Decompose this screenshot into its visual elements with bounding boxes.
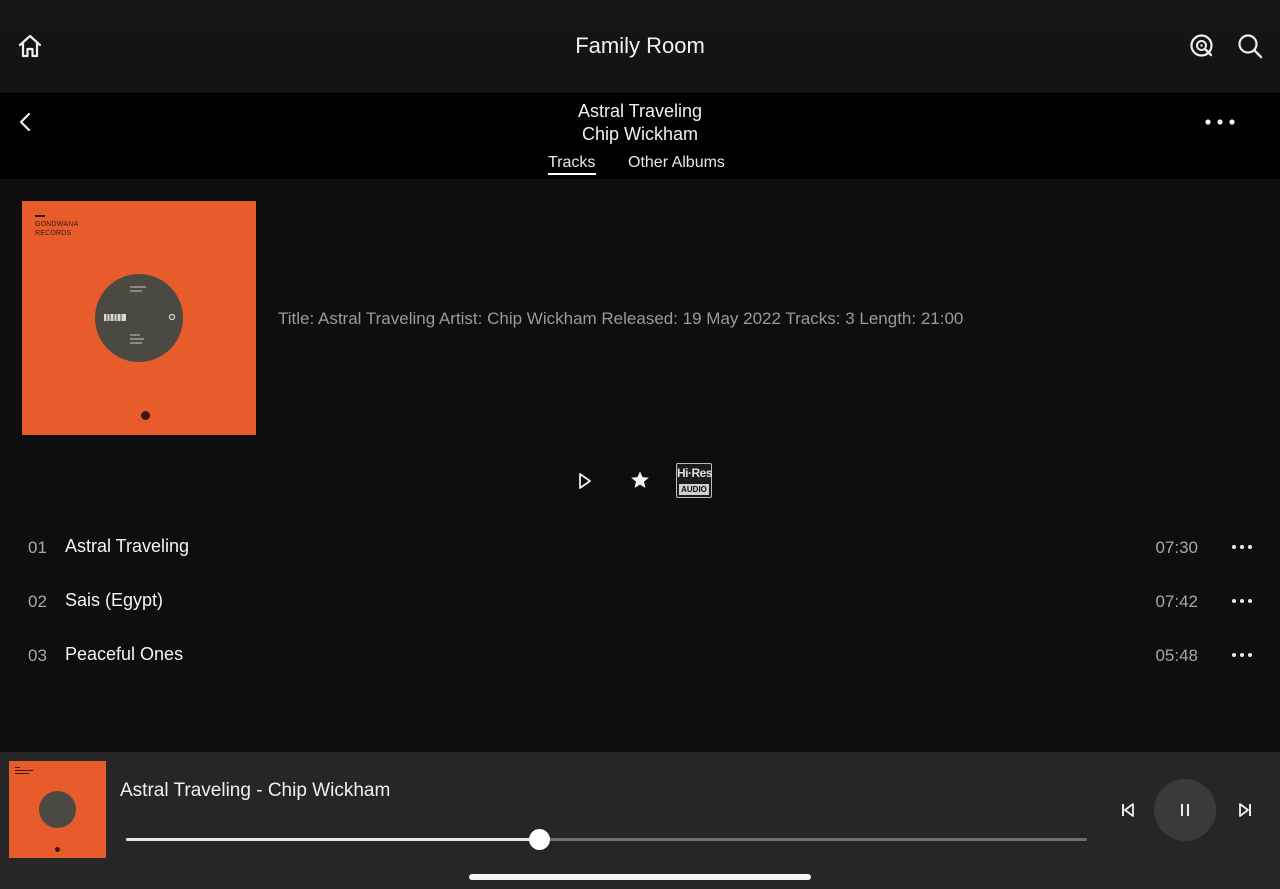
hires-audio-badge[interactable]: Hi·Res AUDIO — [676, 463, 713, 498]
progress-slider[interactable] — [126, 829, 1087, 850]
favorite-button[interactable] — [626, 466, 654, 494]
cover-label-line1: GONDWANA — [35, 221, 79, 228]
track-title[interactable]: Astral Traveling — [65, 536, 189, 557]
home-button[interactable] — [14, 30, 46, 62]
track-more-button[interactable] — [1228, 643, 1256, 667]
home-icon — [18, 34, 42, 58]
track-row[interactable]: 01 Astral Traveling 07:30 — [0, 521, 1280, 575]
qobuz-icon — [1190, 34, 1213, 57]
previous-button[interactable] — [1114, 797, 1142, 823]
track-row[interactable]: 02 Sais (Egypt) 07:42 — [0, 575, 1280, 629]
track-more-button[interactable] — [1228, 535, 1256, 559]
album-info-text: Title: Astral Traveling Artist: Chip Wic… — [278, 309, 964, 328]
track-number: 02 — [28, 592, 47, 611]
vinyl-label-graphic — [104, 286, 176, 344]
cover-label-mark — [35, 215, 45, 217]
more-horizontal-icon — [1232, 545, 1252, 549]
track-duration: 07:42 — [1155, 592, 1198, 611]
top-bar: Family Room — [0, 0, 1280, 93]
tab-tracks[interactable]: Tracks — [548, 154, 595, 172]
header-album-title: Astral Traveling — [577, 101, 703, 121]
album-cover[interactable]: GONDWANA RECORDS — [22, 201, 256, 435]
cover-label-mark — [15, 773, 29, 774]
room-title: Family Room — [575, 33, 705, 58]
qobuz-button[interactable] — [1188, 32, 1216, 60]
track-more-button[interactable] — [1228, 589, 1256, 613]
cover-label-mark — [15, 767, 20, 768]
next-button[interactable] — [1231, 797, 1259, 823]
cover-label-line2: RECORDS — [35, 230, 72, 237]
pause-button[interactable] — [1154, 779, 1216, 841]
now-playing-bar — [0, 752, 1280, 889]
search-icon — [1238, 34, 1263, 59]
cover-logo-dot — [55, 847, 60, 852]
tab-tracks-underline — [548, 173, 596, 175]
progress-thumb[interactable] — [528, 829, 550, 850]
track-title[interactable]: Sais (Egypt) — [65, 590, 163, 611]
search-button[interactable] — [1235, 31, 1265, 61]
star-icon — [631, 471, 649, 488]
hires-badge-top: Hi·Res — [677, 466, 713, 480]
play-icon — [579, 473, 591, 489]
skip-previous-icon — [1122, 803, 1134, 817]
home-indicator[interactable] — [469, 874, 811, 880]
pause-icon — [1181, 804, 1189, 816]
vinyl-record-graphic — [39, 791, 76, 828]
more-horizontal-icon — [1232, 653, 1252, 657]
track-duration: 07:30 — [1155, 538, 1198, 557]
play-album-button[interactable] — [570, 466, 600, 496]
header-artist-name: Chip Wickham — [581, 124, 699, 144]
track-title[interactable]: Peaceful Ones — [65, 644, 183, 665]
more-horizontal-icon — [1232, 599, 1252, 603]
track-row[interactable]: 03 Peaceful Ones 05:48 — [0, 629, 1280, 683]
hires-badge-bottom: AUDIO — [679, 484, 709, 495]
track-number: 01 — [28, 538, 47, 557]
track-duration: 05:48 — [1155, 646, 1198, 665]
tab-other-albums[interactable]: Other Albums — [628, 154, 725, 172]
vinyl-record-graphic — [95, 274, 183, 362]
progress-fill — [126, 838, 540, 841]
now-playing-cover[interactable] — [9, 761, 106, 858]
skip-next-icon — [1239, 803, 1251, 817]
more-horizontal-icon — [1205, 119, 1235, 125]
cover-label-mark — [15, 770, 33, 771]
now-playing-title: Astral Traveling - Chip Wickham — [120, 780, 391, 801]
track-number: 03 — [28, 646, 47, 665]
cover-logo-dot — [141, 411, 150, 420]
album-more-button[interactable] — [1198, 110, 1242, 134]
